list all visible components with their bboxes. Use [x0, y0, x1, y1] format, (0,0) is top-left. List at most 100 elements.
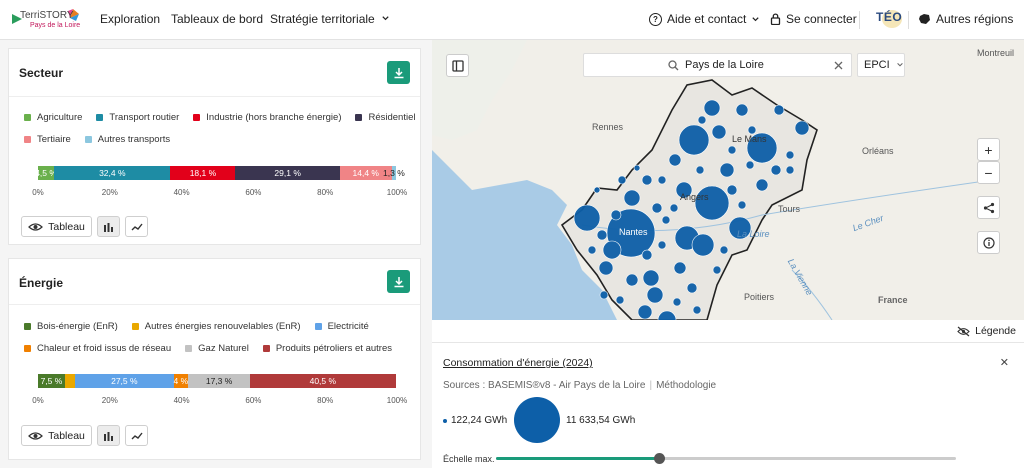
nav-strategie-territoriale[interactable]: Stratégie territoriale [270, 12, 390, 26]
methodology-link[interactable]: Méthodologie [656, 380, 716, 391]
toggle-panel-button[interactable] [446, 54, 469, 77]
legend-item[interactable]: Industrie (hors branche énergie) [193, 112, 341, 123]
legend-item[interactable]: Bois-énergie (EnR) [24, 321, 118, 332]
bar-chart-view-button[interactable] [97, 216, 120, 237]
table-view-button[interactable]: Tableau [21, 216, 92, 237]
legend-max-value: 11 633,54 GWh [566, 415, 636, 426]
energie-card: Énergie Bois-énergie (EnR) Autres énergie… [8, 258, 421, 460]
min-dot-icon [443, 418, 447, 423]
share-button[interactable] [977, 196, 1000, 219]
map-label-montreuil: Montreuil [977, 48, 1015, 58]
legend-item[interactable]: Autres énergies renouvelables (EnR) [131, 321, 301, 332]
help-contact-menu[interactable]: ? Aide et contact [649, 12, 760, 26]
bar-segment[interactable]: 1,3 % [383, 166, 405, 180]
search-input-value[interactable]: Pays de la Loire [685, 59, 764, 71]
search-icon [668, 59, 679, 70]
territory-search[interactable]: Pays de la Loire [583, 53, 852, 77]
help-label: Aide et contact [667, 12, 747, 26]
level-select[interactable]: EPCI [857, 53, 905, 77]
bar-segment[interactable]: 18,1 % [170, 166, 236, 180]
map-label-la-loire: La Loire [737, 229, 770, 239]
download-button[interactable] [387, 270, 410, 293]
line-chart-view-button[interactable] [125, 425, 148, 446]
download-icon [394, 67, 403, 78]
bar-segment[interactable]: 7,5 % [38, 374, 65, 388]
app-logo[interactable]: TerriSTORY Pays de la Loire [10, 6, 80, 34]
legend-item[interactable]: Tertiaire [24, 134, 71, 145]
bar-segment[interactable]: 4 % [174, 374, 188, 388]
logo-name: TerriSTORY [20, 10, 74, 21]
card-divider [9, 304, 420, 305]
indicator-title[interactable]: Consommation d'énergie (2024) [443, 357, 593, 369]
map-view[interactable]: Montreuil Rennes Orléans Tours Poitiers … [432, 40, 1024, 320]
map-label-nantes: Nantes [619, 227, 648, 237]
bar-segment[interactable]: 27,5 % [74, 374, 174, 388]
map-label-poitiers: Poitiers [744, 292, 775, 302]
legend-toggle-button[interactable]: Légende [957, 325, 1016, 337]
legend-item[interactable]: Electricité [314, 321, 369, 332]
other-regions-label: Autres régions [936, 12, 1014, 26]
clear-icon[interactable] [834, 61, 843, 70]
bar-segment[interactable]: 40,5 % [250, 374, 396, 388]
eye-icon [28, 222, 43, 231]
map-label-le-mans: Le Mans [732, 134, 767, 144]
sources-text: Sources : BASEMIS®v8 - Air Pays de la Lo… [443, 380, 646, 391]
map-canvas [432, 40, 993, 320]
close-icon[interactable]: ✕ [1000, 356, 1009, 369]
map-label-france: France [878, 295, 908, 305]
energie-stacked-bar: 7,5 % 27,5 % 4 % 17,3 % 40,5 % [38, 374, 397, 388]
axis-tick-label: 60% [245, 396, 262, 405]
legend-swatch [262, 345, 270, 352]
other-regions-button[interactable]: Autres régions [918, 12, 1013, 26]
scale-slider-thumb[interactable] [654, 453, 666, 464]
axis-tick-label: 0% [32, 188, 44, 197]
table-view-label: Tableau [48, 220, 85, 233]
nav-strategie-label: Stratégie territoriale [270, 12, 375, 26]
bar-segment[interactable]: 17,3 % [188, 374, 251, 388]
level-select-value: EPCI [864, 59, 890, 71]
bar-chart-icon [104, 222, 113, 232]
zoom-out-button[interactable]: − [977, 161, 1000, 184]
axis-tick-label: 80% [317, 396, 334, 405]
bar-segment[interactable]: 4,5 % [35, 166, 57, 180]
info-icon [982, 236, 995, 249]
minus-icon: − [984, 164, 993, 181]
map-label-orleans: Orléans [862, 146, 894, 156]
legend-swatch [24, 136, 31, 143]
scale-slider[interactable] [496, 453, 956, 464]
zoom-in-button[interactable]: + [977, 138, 1000, 161]
legend-item[interactable]: Chaleur et froid issus de réseau [24, 343, 171, 354]
login-button[interactable]: Se connecter [770, 12, 857, 26]
table-view-button[interactable]: Tableau [21, 425, 92, 446]
axis-tick-label: 100% [386, 396, 408, 405]
card-divider [9, 96, 420, 97]
nav-exploration[interactable]: Exploration [100, 12, 160, 26]
legend-item[interactable]: Gaz Naturel [185, 343, 249, 354]
legend-label: Gaz Naturel [198, 343, 249, 354]
chevron-down-icon [896, 63, 903, 67]
region-map-icon [919, 14, 930, 24]
nav-tableaux-de-bord[interactable]: Tableaux de bord [171, 12, 263, 26]
map-label-tours: Tours [778, 204, 801, 214]
header-divider [859, 11, 860, 29]
axis-tick-label: 60% [245, 188, 262, 197]
axis-tick-label: 40% [173, 188, 190, 197]
legend-item[interactable]: Agriculture [24, 112, 82, 123]
lock-icon [770, 13, 781, 25]
legend-item[interactable]: Produits pétroliers et autres [262, 343, 392, 354]
legend-item[interactable]: Autres transports [84, 134, 170, 145]
download-button[interactable] [387, 61, 410, 84]
legend-item[interactable]: Résidentiel [355, 112, 415, 123]
bar-chart-view-button[interactable] [97, 425, 120, 446]
bar-segment[interactable]: 32,4 % [54, 166, 171, 180]
legend-label: Tertiaire [37, 134, 71, 145]
legend-swatch [24, 345, 31, 352]
legend-label: Résidentiel [368, 112, 416, 123]
bar-segment[interactable]: 29,1 % [235, 166, 340, 180]
legend-item[interactable]: Transport routier [96, 112, 179, 123]
bar-segment[interactable] [64, 374, 75, 388]
info-button[interactable] [977, 231, 1000, 254]
left-panel: Secteur Agriculture Transport routier Indu… [0, 40, 432, 468]
line-chart-view-button[interactable] [125, 216, 148, 237]
teo-button[interactable]: TÉO [876, 10, 902, 24]
